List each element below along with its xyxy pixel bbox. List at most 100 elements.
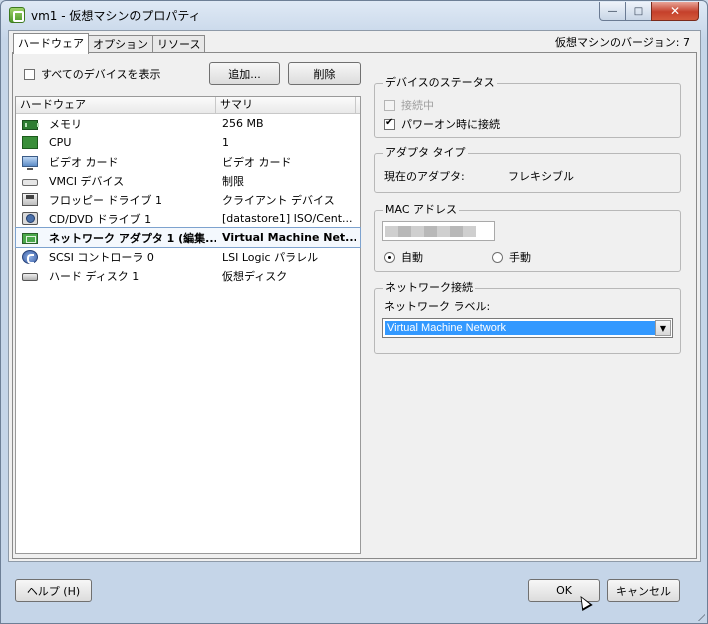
hardware-row-name-cell: フロッピー ドライブ 1 [16,192,216,208]
hardware-row-name-cell: ビデオ カード [16,154,216,170]
hardware-row-name-cell: CD/DVD ドライブ 1 [16,211,216,227]
hardware-row-name-cell: ハード ディスク 1 [16,268,216,284]
cancel-button[interactable]: キャンセル [607,579,680,602]
show-all-devices-box[interactable] [24,68,35,80]
mac-manual-label: 手動 [509,251,531,264]
mac-auto-label: 自動 [401,251,423,264]
hardware-row-name: メモリ [49,117,82,131]
hardware-row-name-cell: ネットワーク アダプタ 1 (編集... [16,230,216,246]
mac-auto-radio-dot[interactable] [384,251,395,263]
dropdown-arrow-icon[interactable]: ▼ [655,320,671,336]
minimize-button[interactable]: — [599,2,626,21]
connected-box[interactable] [384,99,395,111]
connect-at-power-on-box[interactable] [384,117,395,130]
mac-segment [411,225,424,237]
tab-resources[interactable]: リソース [152,35,206,53]
hardware-row-name: CD/DVD ドライブ 1 [49,212,152,226]
hardware-row-summary: LSI Logic パラレル [222,250,319,264]
device-status-legend: デバイスのステータス [383,76,497,90]
current-adapter-label: 現在のアダプタ: [384,170,465,183]
hardware-row[interactable]: CPU 1 [16,133,360,152]
hardware-row-summary: [datastore1] ISO/Cent... [222,212,353,225]
hardware-row-summary: 仮想ディスク [222,269,288,283]
mac-segment [398,225,411,237]
hardware-tab-panel: すべてのデバイスを表示 追加... 削除 ハードウェア サマリ メモリ 256 M… [12,52,697,559]
close-button[interactable]: ✕ [651,2,699,21]
window-title: vm1 - 仮想マシンのプロパティ [31,9,201,23]
mac-segment [450,225,463,237]
hardware-row-summary: Virtual Machine Net... [222,231,356,244]
mac-manual-radio[interactable]: 手動 [492,249,531,265]
hardware-row[interactable]: CD/DVD ドライブ 1 [datastore1] ISO/Cent... [16,209,360,228]
vmci-icon [22,178,38,186]
hardware-row-summary: 256 MB [222,117,264,130]
dialog-content: ハードウェア オプション リソース 仮想マシンのバージョン: 7 すべてのデバイ… [8,30,701,562]
hardware-rows: メモリ 256 MB CPU 1 ビデオ カード ビデオ カード VMCI デバイス 制限 フロ… [15,114,361,285]
connected-label: 接続中 [401,99,434,112]
device-status-group: デバイスのステータス 接続中 パワーオン時に接続 [374,76,681,138]
hardware-row-name: CPU [49,136,72,149]
maximize-button[interactable]: □ [625,2,652,21]
mac-segment [437,225,450,237]
hardware-row[interactable]: ビデオ カード ビデオ カード [16,152,360,171]
mac-manual-radio-dot[interactable] [492,251,503,263]
title-bar[interactable]: vm1 - 仮想マシンのプロパティ — □ ✕ [1,1,707,29]
network-label-select[interactable]: Virtual Machine Network ▼ [382,318,673,338]
mac-address-field[interactable] [382,221,495,241]
connect-at-power-on-checkbox[interactable]: パワーオン時に接続 [384,116,500,132]
column-header-summary[interactable]: サマリ [216,97,356,113]
hardware-row-summary: 1 [222,136,229,149]
connect-at-power-on-label: パワーオン時に接続 [401,118,500,131]
network-connection-legend: ネットワーク接続 [383,281,475,295]
hardware-row-summary: 制限 [222,174,244,188]
hardware-row-name: SCSI コントローラ 0 [49,250,154,264]
hardware-row[interactable]: SCSI コントローラ 0 LSI Logic パラレル [16,247,360,266]
network-label-caption: ネットワーク ラベル: [384,300,491,313]
hardware-row[interactable]: メモリ 256 MB [16,114,360,133]
vm-version-label: 仮想マシンのバージョン: 7 [555,36,690,49]
adapter-type-legend: アダプタ タイプ [383,146,468,160]
hardware-list-header: ハードウェア サマリ [16,97,360,114]
hardware-row-name: ビデオ カード [49,155,119,169]
hardware-row[interactable]: フロッピー ドライブ 1 クライアント デバイス [16,190,360,209]
tab-hardware[interactable]: ハードウェア [13,33,89,54]
video-card-icon [22,156,38,170]
close-icon: ✕ [669,4,681,18]
mac-address-group: MAC アドレス 自動 手動 [374,203,681,272]
hardware-row[interactable]: VMCI デバイス 制限 [16,171,360,190]
show-all-devices-label: すべてのデバイスを表示 [41,68,161,81]
hardware-row[interactable]: ハード ディスク 1 仮想ディスク [16,266,360,285]
hardware-row-name-cell: CPU [16,136,216,149]
vm-icon [9,7,25,23]
scsi-controller-icon [22,249,38,264]
connected-checkbox[interactable]: 接続中 [384,97,434,113]
adapter-type-group: アダプタ タイプ 現在のアダプタ: フレキシブル [374,146,681,193]
memory-icon [22,119,39,130]
tab-strip: ハードウェア オプション リソース [13,33,206,54]
resize-grip-icon[interactable] [693,609,705,621]
remove-button[interactable]: 削除 [288,62,361,85]
mac-auto-radio[interactable]: 自動 [384,249,423,265]
hardware-row-summary: ビデオ カード [222,155,292,169]
mac-segment [424,225,437,237]
network-label-selected: Virtual Machine Network [385,321,655,335]
network-adapter-icon [22,232,38,244]
hard-disk-icon [22,273,38,281]
network-connection-group: ネットワーク接続 ネットワーク ラベル: Virtual Machine Net… [374,281,681,354]
tab-options[interactable]: オプション [88,35,153,53]
hardware-list[interactable]: ハードウェア サマリ メモリ 256 MB CPU 1 ビデオ カード ビデオ カード VM… [15,96,361,554]
hardware-row-name: VMCI デバイス [49,174,125,188]
hardware-row-name: ハード ディスク 1 [49,269,140,283]
show-all-devices-checkbox[interactable]: すべてのデバイスを表示 [24,66,160,82]
cd-dvd-icon [22,212,38,225]
mac-segment [463,225,476,237]
hardware-row[interactable]: ネットワーク アダプタ 1 (編集... Virtual Machine Net.… [15,227,361,248]
help-button[interactable]: ヘルプ (H) [15,579,92,602]
mac-segment [385,225,398,237]
hardware-row-name-cell: SCSI コントローラ 0 [16,249,216,265]
add-button[interactable]: 追加... [209,62,280,85]
hardware-row-name-cell: メモリ [16,116,216,132]
column-header-hardware[interactable]: ハードウェア [16,97,216,113]
properties-window: vm1 - 仮想マシンのプロパティ — □ ✕ ハードウェア オプション リソー… [0,0,708,624]
floppy-icon [22,193,38,206]
